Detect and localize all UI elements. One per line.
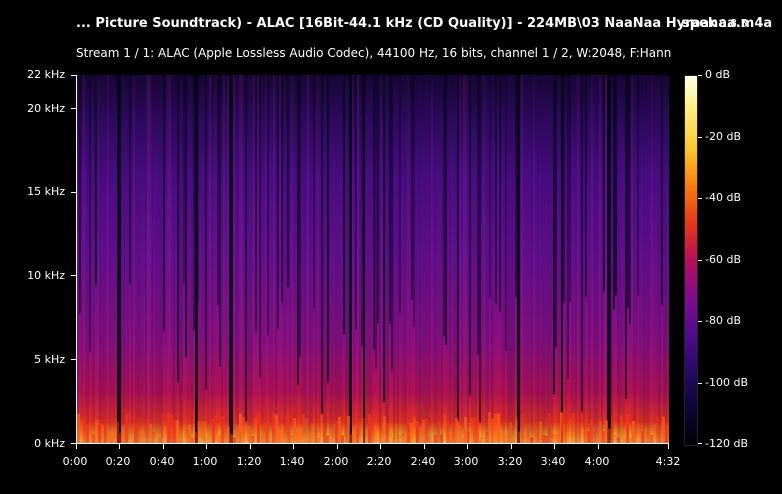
x-tick-label: 2:40 <box>410 455 436 468</box>
y-tick-label: 15 kHz <box>27 185 65 198</box>
x-tick-label: 1:40 <box>279 455 305 468</box>
spectrogram-plot <box>76 75 669 444</box>
db-tick-label: 0 dB <box>705 68 731 81</box>
x-tick-label: 3:40 <box>540 455 566 468</box>
db-tick-label: -20 dB <box>705 130 741 143</box>
x-tick-label: 3:20 <box>497 455 523 468</box>
y-tick-label: 20 kHz <box>27 102 65 115</box>
x-tick-label: 0:00 <box>62 455 88 468</box>
db-tick-label: -80 dB <box>705 314 741 327</box>
spectrogram-image <box>77 75 669 443</box>
db-tick-label: -60 dB <box>705 253 741 266</box>
app-name-label: spek <box>682 16 717 31</box>
stream-info: Stream 1 / 1: ALAC (Apple Lossless Audio… <box>76 46 672 60</box>
x-tick-label: 2:00 <box>323 455 349 468</box>
db-tick-label: -120 dB <box>705 437 748 450</box>
x-tick-label: 0:40 <box>149 455 175 468</box>
db-tick-label: -100 dB <box>705 376 748 389</box>
y-tick-label: 5 kHz <box>34 353 65 366</box>
x-tick-label: 3:00 <box>453 455 479 468</box>
x-tick-label: 0:20 <box>105 455 131 468</box>
window-title: ... Picture Soundtrack) - ALAC [16Bit-44… <box>76 16 773 31</box>
x-tick-label: 1:20 <box>236 455 262 468</box>
y-tick-label: 22 kHz <box>27 68 65 81</box>
db-colorbar <box>684 75 698 446</box>
db-tick-label: -40 dB <box>705 191 741 204</box>
app-version: 0.8.5 <box>719 17 748 30</box>
x-tick-label: 2:20 <box>366 455 392 468</box>
y-tick-label: 0 kHz <box>34 437 65 450</box>
x-tick-label: 1:00 <box>192 455 218 468</box>
x-tick-label: 4:32 <box>655 455 681 468</box>
x-tick-label: 4:00 <box>584 455 610 468</box>
y-tick-label: 10 kHz <box>27 269 65 282</box>
spectrogram-texture <box>77 75 669 443</box>
app-name: spek 0.8.5 <box>682 16 748 31</box>
